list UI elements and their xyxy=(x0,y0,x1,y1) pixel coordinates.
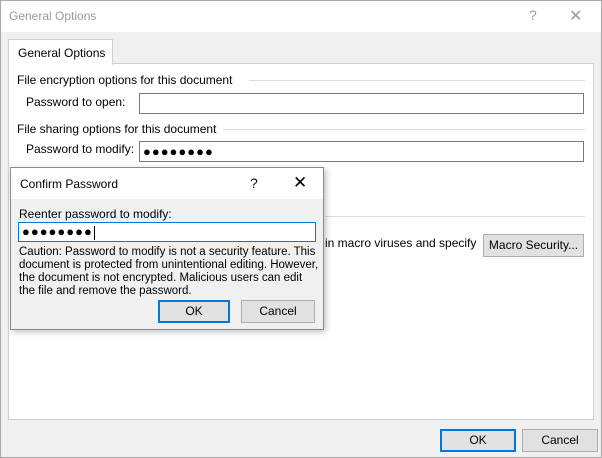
macro-security-text: in macro viruses and specify xyxy=(325,236,477,250)
sharing-section-title: File sharing options for this document xyxy=(17,122,217,136)
section-divider xyxy=(249,80,585,81)
cancel-button[interactable]: Cancel xyxy=(522,429,598,452)
ok-button[interactable]: OK xyxy=(440,429,516,452)
section-divider xyxy=(325,216,585,217)
reenter-password-value: ●●●●●●●● xyxy=(22,224,95,240)
password-modify-value: ●●●●●●●● xyxy=(143,144,214,159)
help-icon[interactable]: ? xyxy=(529,7,537,23)
section-divider xyxy=(223,129,585,130)
reenter-password-label: Reenter password to modify: xyxy=(19,207,172,221)
confirm-ok-button[interactable]: OK xyxy=(158,300,230,323)
confirm-password-dialog: Confirm Password ? ✕ Reenter password to… xyxy=(10,167,324,330)
confirm-title-bar: Confirm Password ? ✕ xyxy=(11,168,323,199)
close-icon[interactable]: ✕ xyxy=(293,173,307,193)
help-icon[interactable]: ? xyxy=(250,175,258,191)
password-open-field[interactable] xyxy=(139,93,584,114)
password-open-label: Password to open: xyxy=(26,95,126,109)
close-icon[interactable]: ✕ xyxy=(569,6,582,26)
confirm-title: Confirm Password xyxy=(20,177,119,191)
caution-text: Caution: Password to modify is not a sec… xyxy=(19,246,319,297)
encryption-section-title: File encryption options for this documen… xyxy=(17,73,233,87)
text-caret xyxy=(93,225,95,240)
tab-general-options[interactable]: General Options xyxy=(8,39,113,65)
confirm-cancel-button[interactable]: Cancel xyxy=(241,300,315,323)
password-modify-field[interactable]: ●●●●●●●● xyxy=(139,141,584,162)
reenter-password-field[interactable]: ●●●●●●●● xyxy=(18,222,316,242)
password-modify-label: Password to modify: xyxy=(26,142,135,156)
window-title: General Options xyxy=(9,9,97,23)
tab-label: General Options xyxy=(18,46,106,60)
title-bar: General Options ? ✕ xyxy=(1,1,601,32)
macro-security-button[interactable]: Macro Security... xyxy=(483,234,584,257)
